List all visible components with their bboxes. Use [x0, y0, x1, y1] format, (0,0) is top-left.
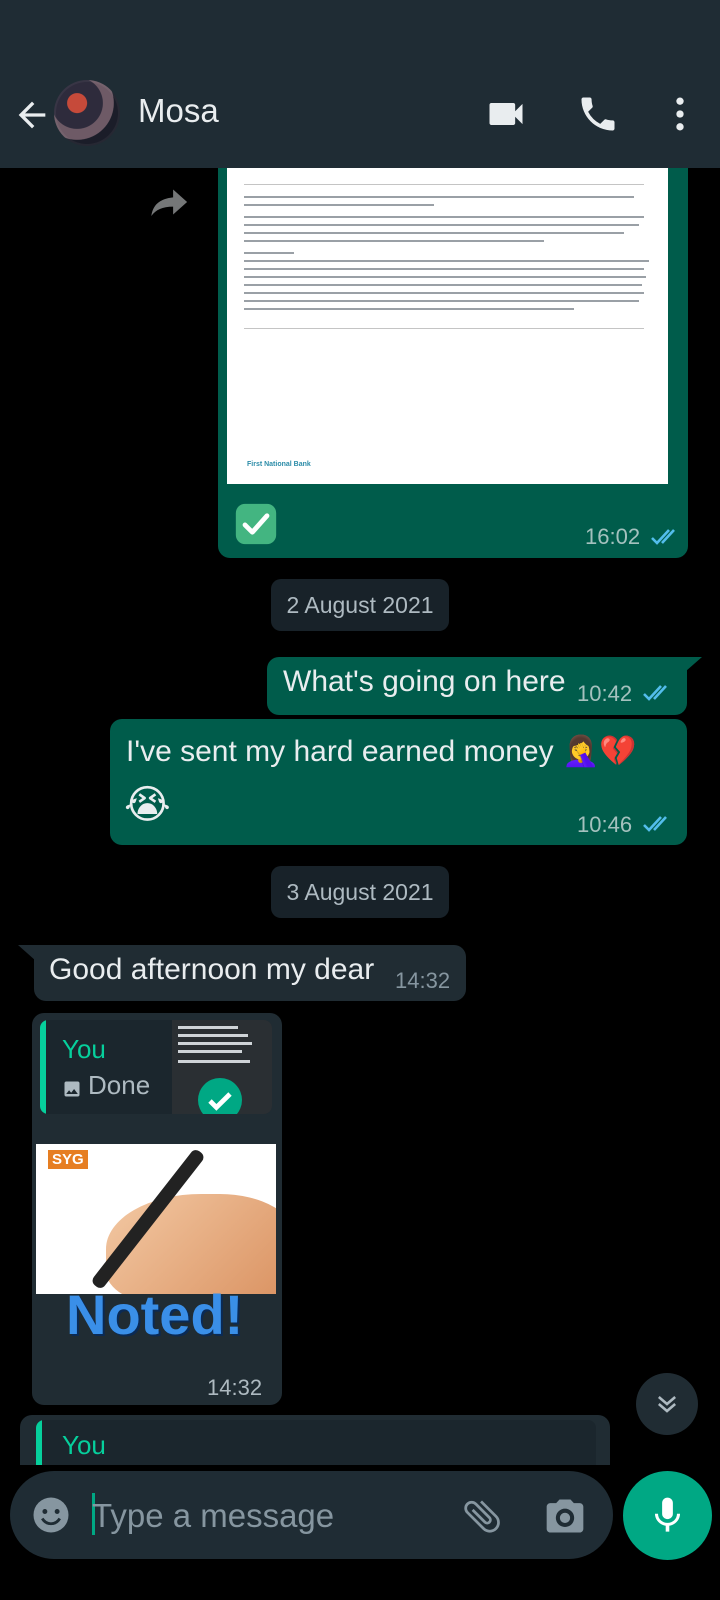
forward-icon[interactable]	[150, 188, 190, 216]
reply-author: You	[62, 1430, 106, 1460]
quoted-reply[interactable]: You Done	[40, 1020, 272, 1114]
double-chevron-down-icon	[657, 1396, 677, 1413]
message-time: 16:02	[585, 524, 641, 549]
attach-icon[interactable]	[460, 1494, 504, 1538]
read-receipt-icon	[643, 685, 667, 701]
payment-notification-document[interactable]: First National Bank	[227, 168, 668, 484]
check-mark-emoji-icon	[235, 503, 277, 545]
voice-record-button[interactable]	[623, 1471, 712, 1560]
date-separator: 3 August 2021	[271, 866, 449, 918]
contact-name[interactable]: Mosa	[138, 92, 219, 130]
camera-icon[interactable]	[543, 1494, 587, 1538]
more-vert-icon[interactable]	[658, 92, 702, 136]
read-receipt-icon	[643, 816, 667, 832]
video-call-icon[interactable]	[484, 92, 528, 136]
message-input[interactable]: Type a message	[92, 1497, 334, 1535]
sticker-caption: Noted!	[66, 1283, 244, 1346]
reply-accent-bar	[40, 1020, 46, 1114]
document-footer: First National Bank	[247, 461, 311, 468]
microphone-icon	[654, 1497, 681, 1532]
crying-emoji: 😭	[124, 783, 171, 827]
message-text: Good afternoon my dear	[49, 953, 375, 986]
quoted-reply[interactable]: You	[36, 1420, 596, 1465]
message-time: 10:46	[577, 812, 633, 837]
noted-sticker[interactable]: SYG	[36, 1144, 276, 1294]
message-text: I've sent my hard earned money 🤦‍♀️💔	[126, 735, 637, 768]
reply-author: You	[62, 1034, 106, 1064]
status-bar	[0, 0, 720, 60]
message-time: 10:42	[577, 681, 633, 706]
avatar[interactable]	[54, 80, 120, 146]
bubble-tail	[686, 657, 702, 671]
sticker-brand: SYG	[48, 1150, 88, 1169]
emoji-icon[interactable]	[30, 1494, 72, 1536]
message-time: 14:32	[395, 968, 451, 993]
scroll-to-bottom-button[interactable]	[636, 1373, 698, 1435]
message-time: 14:32	[207, 1375, 263, 1400]
date-separator: 2 August 2021	[271, 579, 449, 631]
message-text: What's going on here	[283, 665, 566, 698]
reply-accent-bar	[36, 1420, 42, 1465]
check-circle-icon	[198, 1078, 242, 1114]
photo-icon	[64, 1081, 80, 1097]
read-receipt-icon	[651, 529, 675, 545]
voice-call-icon[interactable]	[576, 92, 620, 136]
reply-thumbnail	[172, 1020, 272, 1114]
reply-text: Done	[88, 1070, 151, 1100]
back-arrow-icon[interactable]	[12, 95, 52, 135]
